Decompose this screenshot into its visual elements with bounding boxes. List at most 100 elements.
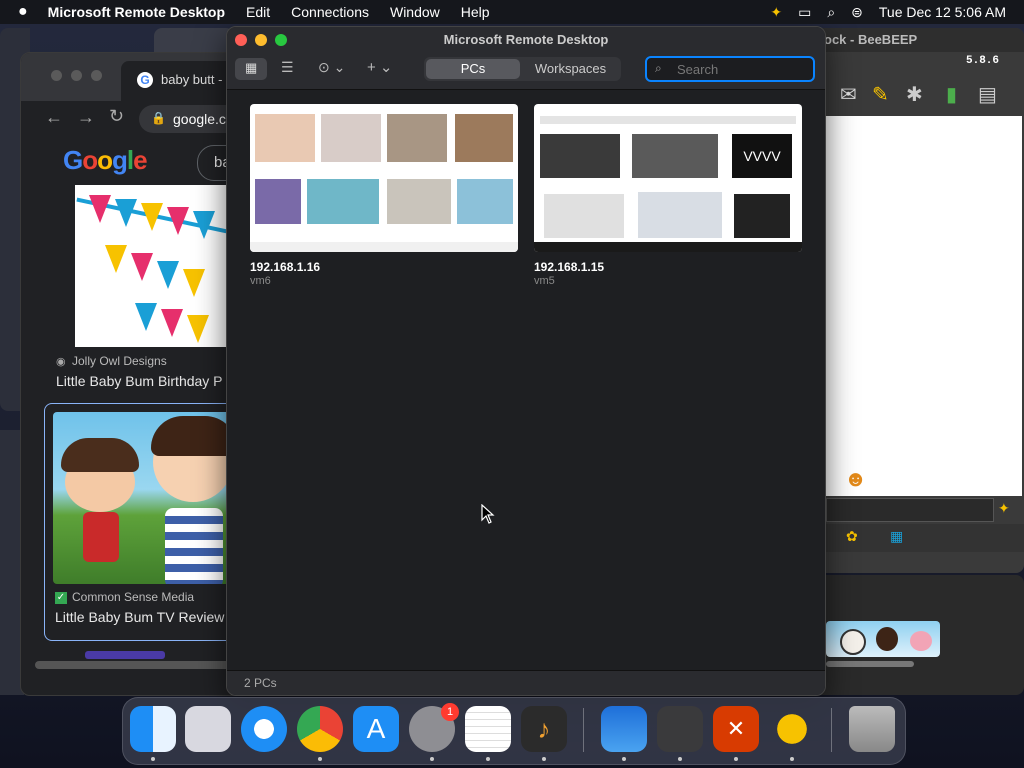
tab-workspaces[interactable]: Workspaces	[522, 59, 619, 79]
result2-source: Common Sense Media	[72, 590, 195, 604]
back-icon[interactable]: ←	[45, 107, 63, 128]
remote-desktop-icon[interactable]: ✕	[713, 706, 759, 752]
mouse-pointer-icon	[481, 504, 495, 524]
edit-icon[interactable]: ✎	[872, 82, 889, 107]
menu-edit[interactable]: Edit	[246, 4, 270, 20]
lock-icon: 🔒	[151, 111, 166, 125]
beebeep-icon[interactable]	[769, 706, 815, 752]
network-icon[interactable]: ✱	[906, 82, 923, 107]
chrome-button-partial[interactable]	[85, 651, 165, 659]
pc-ip: 192.168.1.15	[534, 260, 605, 274]
rd-titlebar: Microsoft Remote Desktop ▦ ☰ ⊙ ⌄ + ⌄ PCs…	[227, 27, 825, 90]
grid-icon: ▦	[245, 60, 258, 75]
running-indicator	[486, 757, 490, 761]
google-icon: G	[137, 72, 153, 88]
dock: A 1 ♪ ✕	[122, 697, 906, 765]
rd-statusbar: 2 PCs	[227, 670, 825, 695]
trash-icon[interactable]	[849, 706, 895, 752]
chrome-icon[interactable]	[297, 706, 343, 752]
app-store-icon[interactable]: A	[353, 706, 399, 752]
running-indicator	[542, 757, 546, 761]
textedit-icon[interactable]	[465, 706, 511, 752]
google-logo: Google	[63, 145, 148, 175]
search-input[interactable]: ⌕ Search	[645, 56, 815, 82]
running-indicator	[622, 757, 626, 761]
calculator-icon[interactable]	[657, 706, 703, 752]
dock-divider	[831, 708, 832, 752]
grid-view-button[interactable]: ▦	[235, 58, 267, 80]
users-icon: ☻	[844, 466, 868, 491]
chrome-scrollbar[interactable]	[35, 661, 241, 669]
menu-help[interactable]: Help	[461, 4, 490, 20]
running-indicator	[734, 757, 738, 761]
notification-badge: 1	[441, 703, 459, 721]
result-image-cartoon	[53, 412, 237, 584]
beebeep-chat-area[interactable]	[826, 116, 1022, 496]
beebeep-message-input[interactable]	[826, 498, 994, 522]
spotlight-search-icon[interactable]: ⌕	[827, 4, 835, 21]
chrome-window[interactable]: G baby butt - ← → ↻ 🔒 google.c Google ba…	[20, 52, 242, 696]
tab-pcs-label: PCs	[460, 61, 486, 76]
list-view-icon[interactable]: ☰	[281, 59, 294, 76]
close-button[interactable]	[51, 70, 62, 81]
group-icon[interactable]: ✿	[846, 528, 858, 545]
dock-divider	[583, 708, 584, 752]
pc-thumbnail[interactable]	[250, 104, 518, 252]
beebeep-title: ock - BeeBEEP	[824, 32, 918, 47]
running-indicator	[430, 757, 434, 761]
verified-icon: ✓	[55, 592, 67, 604]
more-options-icon[interactable]: ⊙ ⌄	[318, 59, 345, 76]
tab-workspaces-label: Workspaces	[534, 61, 607, 76]
mail-icon[interactable]: ✉	[840, 82, 857, 107]
result2-title[interactable]: Little Baby Bum TV Review	[55, 609, 224, 625]
menu-clock[interactable]: Tue Dec 12 5:06 AM	[879, 4, 1006, 20]
remote-desktop-window[interactable]: Microsoft Remote Desktop ▦ ☰ ⊙ ⌄ + ⌄ PCs…	[226, 26, 826, 696]
lower-scrollbar[interactable]	[826, 661, 914, 667]
pc-name: vm5	[534, 275, 555, 287]
running-indicator	[790, 757, 794, 761]
tab-pcs[interactable]: PCs	[426, 59, 520, 79]
menu-window[interactable]: Window	[390, 4, 440, 20]
safari-icon[interactable]	[241, 706, 287, 752]
zoom-button[interactable]	[91, 70, 102, 81]
pc-thumbnail[interactable]: VVVV	[534, 104, 802, 252]
beebeep-version: 5.8.6	[966, 55, 1000, 67]
pc-name: vm6	[250, 275, 271, 287]
minimize-button[interactable]	[71, 70, 82, 81]
address-text: google.c	[173, 111, 226, 127]
add-icon[interactable]: + ⌄	[367, 58, 393, 76]
tab-title: baby butt -	[161, 72, 223, 87]
cartoon-strip	[826, 621, 940, 657]
search-placeholder: Search	[677, 62, 719, 77]
result-image-bunting[interactable]	[75, 185, 241, 347]
search-icon: ⌕	[655, 61, 662, 75]
garageband-icon[interactable]: ♪	[521, 706, 567, 752]
menu-connections[interactable]: Connections	[291, 4, 369, 20]
screen-mirroring-icon[interactable]: ▭	[798, 4, 811, 21]
broom-icon[interactable]: ✦	[998, 500, 1010, 517]
result-card[interactable]: ✓ Common Sense Media Little Baby Bum TV …	[44, 403, 241, 641]
file-icon[interactable]: ▦	[890, 528, 903, 545]
control-center-icon[interactable]: ⊜	[851, 4, 863, 21]
weather-icon[interactable]	[601, 706, 647, 752]
globe-icon: ◉	[56, 356, 66, 368]
menu-app-name[interactable]: Microsoft Remote Desktop	[48, 4, 225, 20]
reload-icon[interactable]: ↻	[109, 106, 124, 127]
running-indicator	[678, 757, 682, 761]
chrome-tab[interactable]: G baby butt -	[121, 61, 241, 101]
beebeep-bottom-bar: ✿ ▦	[826, 524, 1024, 552]
forward-icon[interactable]: →	[77, 107, 95, 128]
finder-icon[interactable]	[130, 706, 176, 752]
share-icon[interactable]: ▮	[946, 82, 957, 107]
result1-source: Jolly Owl Designs	[72, 354, 167, 368]
menu-bar: ● Microsoft Remote Desktop Edit Connecti…	[0, 0, 1024, 24]
pc-count: 2 PCs	[244, 676, 277, 690]
apple-icon[interactable]: ●	[18, 3, 28, 21]
beebeep-status-icon[interactable]: ✦	[770, 4, 782, 21]
running-indicator	[318, 757, 322, 761]
thumb-text: VVVV	[743, 148, 781, 164]
window-title: Microsoft Remote Desktop	[443, 32, 609, 47]
launchpad-icon[interactable]	[185, 706, 231, 752]
result1-title[interactable]: Little Baby Bum Birthday P	[56, 373, 223, 389]
trash-icon[interactable]: ▤	[978, 82, 997, 107]
